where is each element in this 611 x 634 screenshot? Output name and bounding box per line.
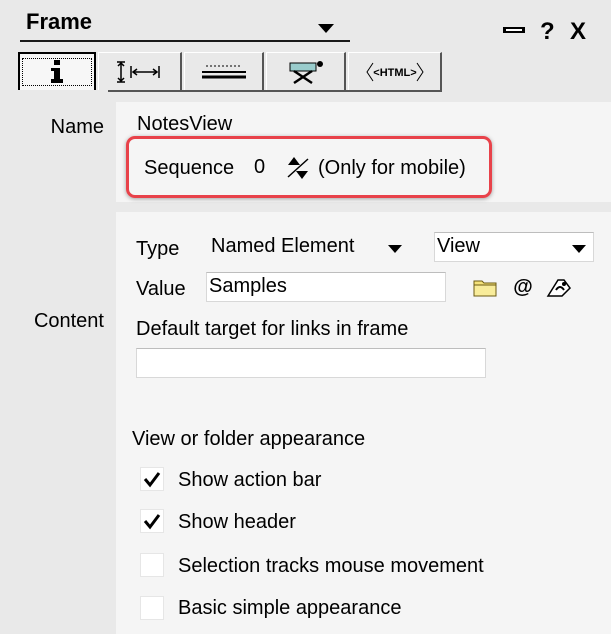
at-button[interactable]: @ [508, 273, 538, 301]
type-kind-dropdown-icon[interactable] [572, 245, 586, 253]
info-tab-focus [22, 58, 92, 86]
show-header-label: Show header [178, 511, 296, 533]
tabs-divider [108, 90, 442, 92]
folder-icon [473, 280, 497, 297]
title-underline [20, 40, 350, 42]
selection-tracks-label: Selection tracks mouse movement [178, 555, 484, 577]
basic-appearance-checkbox[interactable] [140, 596, 164, 620]
default-target-label: Default target for links in frame [136, 318, 409, 340]
selection-tracks-checkbox[interactable] [140, 553, 164, 577]
type-label: Type [136, 238, 180, 260]
folder-button[interactable] [470, 273, 500, 301]
show-header-checkbox[interactable] [140, 509, 164, 533]
type-select[interactable]: Named Element [208, 232, 418, 262]
sequence-note: (Only for mobile) [318, 157, 466, 179]
checkmark-icon [143, 514, 161, 530]
title-dropdown-icon[interactable] [318, 24, 334, 33]
appearance-label: View or folder appearance [132, 428, 366, 450]
basic-appearance-label: Basic simple appearance [178, 597, 402, 619]
sequence-spinner[interactable] [284, 153, 312, 183]
value-input[interactable]: Samples [206, 272, 446, 302]
spinner-icon [287, 157, 309, 179]
at-icon: @ [513, 275, 533, 298]
panel-title: Frame [26, 9, 93, 34]
content-label: Content [33, 310, 104, 332]
name-field[interactable]: NotesView [134, 110, 484, 138]
advanced-tab[interactable] [266, 52, 346, 90]
sequence-input[interactable]: 0 [251, 153, 283, 183]
size-tab[interactable] [98, 52, 182, 90]
borders-icon [201, 65, 246, 78]
formula-icon [546, 279, 571, 297]
type-kind-value: View [437, 235, 480, 257]
size-arrows-icon [116, 60, 160, 83]
type-select-value: Named Element [211, 235, 355, 257]
close-button[interactable]: X [570, 20, 586, 44]
value-label: Value [136, 278, 186, 300]
formula-button[interactable] [544, 273, 574, 301]
default-target-input[interactable] [136, 348, 486, 378]
name-label: Name [50, 116, 104, 138]
info-icon [51, 60, 63, 83]
borders-tab[interactable] [184, 52, 264, 90]
html-icon: <HTML> [365, 62, 424, 81]
show-action-bar-label: Show action bar [178, 469, 322, 491]
html-tab[interactable]: <HTML> [348, 52, 442, 90]
html-tab-label: <HTML> [373, 67, 416, 79]
type-kind-select[interactable]: View [434, 232, 594, 262]
content-label-cell: Content [16, 212, 114, 634]
advanced-icon [289, 60, 323, 84]
checkmark-icon [143, 472, 161, 488]
type-dropdown-icon[interactable] [388, 245, 402, 253]
info-tab[interactable] [18, 52, 96, 90]
sequence-label: Sequence [144, 157, 235, 179]
help-button[interactable]: ? [540, 20, 555, 44]
minimize-icon[interactable] [503, 27, 525, 33]
name-label-cell: Name [16, 102, 114, 202]
show-action-bar-checkbox[interactable] [140, 467, 164, 491]
